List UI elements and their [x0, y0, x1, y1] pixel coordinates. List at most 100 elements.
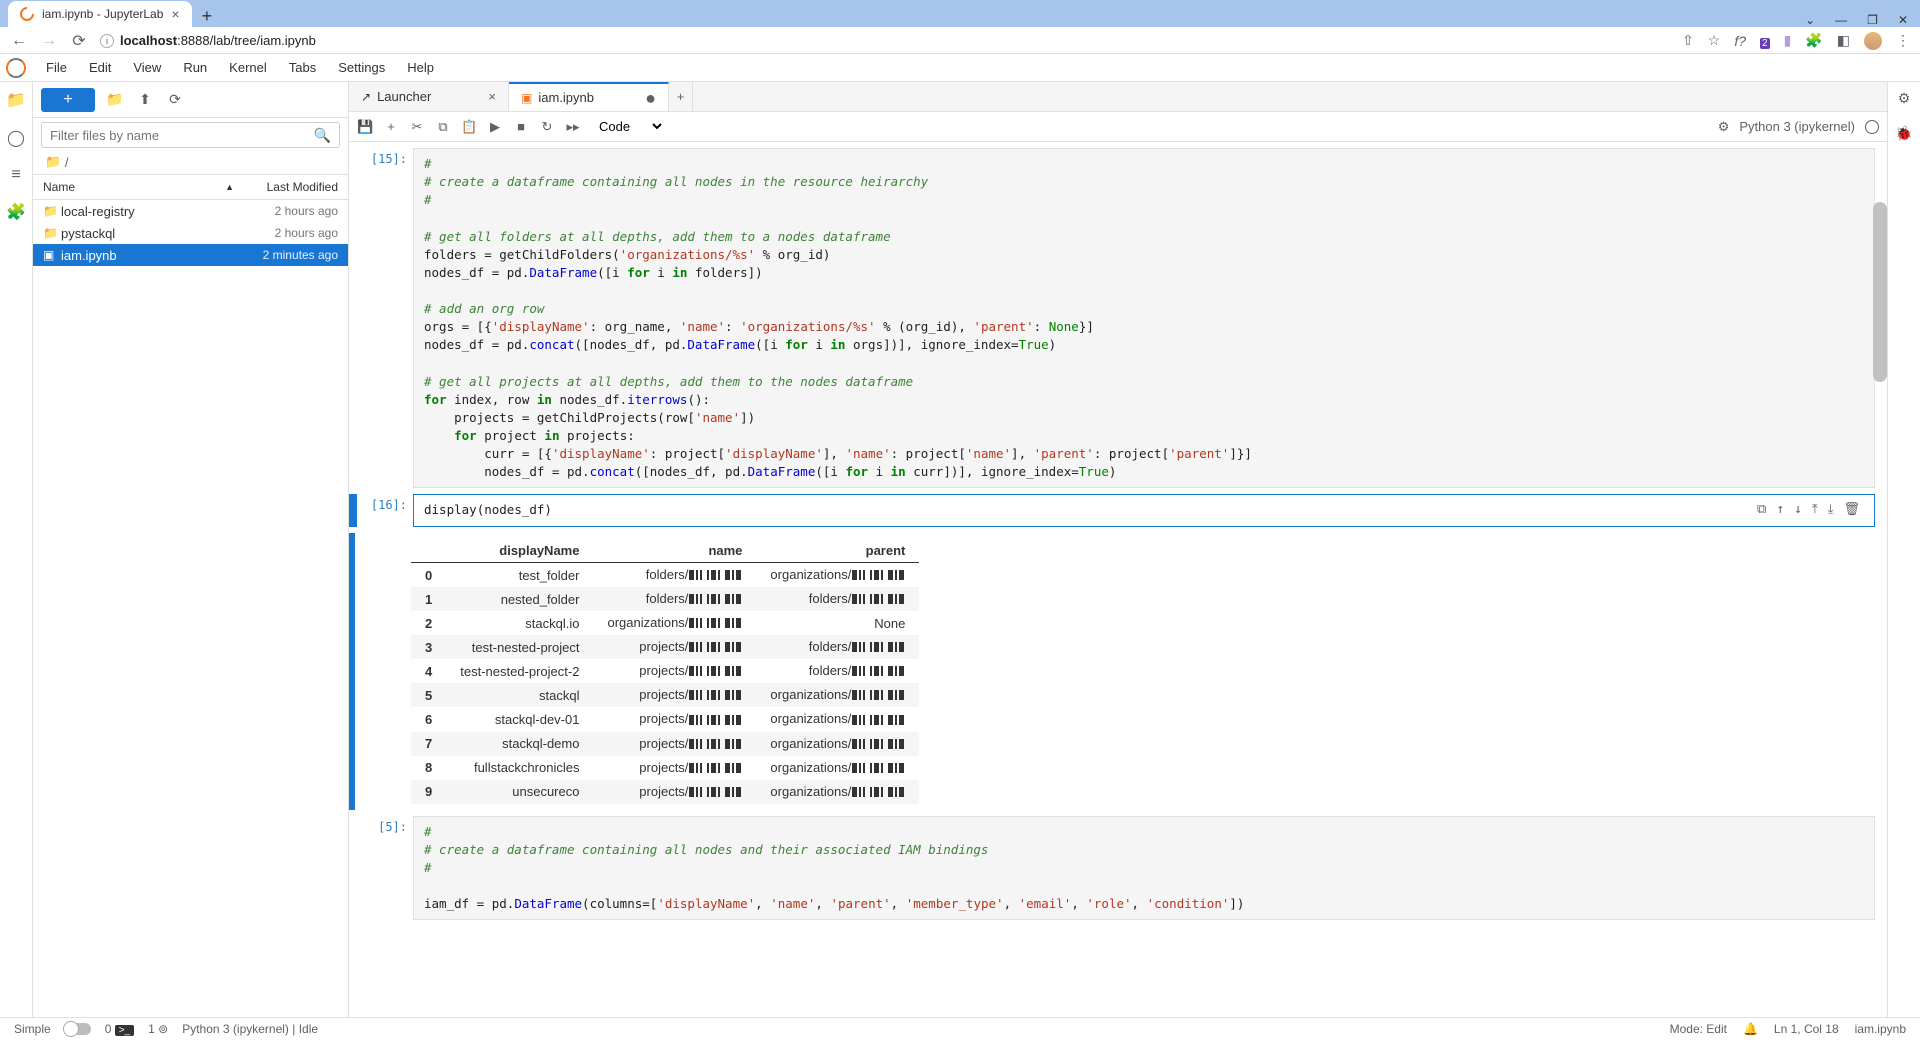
close-window-icon[interactable]: ✕: [1898, 13, 1908, 27]
insert-above-icon[interactable]: ⤒: [1812, 501, 1818, 520]
extensions-icon[interactable]: 🧩: [6, 202, 26, 222]
code-input[interactable]: display(nodes_df) ⧉ ↑ ↓ ⤒ ⤓ 🗑: [413, 494, 1875, 527]
redacted-id: [688, 592, 742, 607]
df-name: projects/: [593, 659, 756, 683]
code-input[interactable]: # # create a dataframe containing all no…: [413, 816, 1875, 921]
code-input[interactable]: # # create a dataframe containing all no…: [413, 148, 1875, 488]
forward-button[interactable]: →: [40, 32, 58, 50]
running-icon[interactable]: ◯: [7, 128, 25, 148]
side-panel-icon[interactable]: ◧: [1837, 32, 1850, 49]
site-info-icon[interactable]: i: [100, 34, 114, 48]
folder-icon[interactable]: 📁: [6, 90, 26, 110]
reload-button[interactable]: ⟳: [70, 31, 88, 51]
file-modified: 2 hours ago: [275, 226, 338, 240]
profile-avatar-icon[interactable]: [1864, 32, 1882, 50]
kernel-switch-icon[interactable]: ⚙: [1718, 119, 1730, 135]
run-all-icon[interactable]: ▸▸: [565, 119, 581, 135]
maximize-icon[interactable]: ❐: [1867, 13, 1878, 27]
kernel-status[interactable]: Python 3 (ipykernel) | Idle: [182, 1022, 318, 1036]
sort-icon[interactable]: ▲: [225, 182, 234, 192]
new-launcher-button[interactable]: +: [41, 88, 95, 112]
file-filter-input[interactable]: [50, 128, 314, 143]
duplicate-icon[interactable]: ⧉: [1757, 501, 1766, 520]
menu-edit[interactable]: Edit: [79, 56, 121, 79]
search-icon: 🔍: [314, 127, 331, 144]
notebook-content[interactable]: [15]: # # create a dataframe containing …: [349, 142, 1887, 1017]
file-filter-box[interactable]: 🔍: [41, 122, 340, 148]
star-icon[interactable]: ☆: [1708, 32, 1721, 49]
right-sidebar: ⚙ 🐞: [1887, 82, 1920, 1017]
f-button[interactable]: f?: [1734, 33, 1746, 49]
cut-icon[interactable]: ✂: [409, 119, 425, 135]
new-folder-icon[interactable]: 📁: [105, 91, 125, 108]
df-name: folders/: [593, 587, 756, 611]
paste-icon[interactable]: 📋: [461, 119, 477, 135]
code-cell-5[interactable]: [5]: # # create a dataframe containing a…: [349, 816, 1875, 921]
insert-below-icon[interactable]: ⤓: [1828, 501, 1834, 520]
col-name-header[interactable]: Name: [43, 180, 225, 194]
df-row: 0test_folderfolders/organizations/: [411, 563, 919, 588]
breadcrumb[interactable]: 📁 /: [33, 150, 348, 174]
notification-icon[interactable]: 🔔: [1743, 1022, 1758, 1036]
save-icon[interactable]: 💾: [357, 119, 373, 135]
redacted-id: [688, 785, 742, 800]
kernels-count[interactable]: 1 ⊚: [148, 1022, 168, 1036]
df-parent: folders/: [756, 659, 919, 683]
stop-icon[interactable]: ■: [513, 119, 529, 134]
menu-help[interactable]: Help: [397, 56, 444, 79]
chevron-down-icon[interactable]: ⌄: [1805, 13, 1815, 27]
move-up-icon[interactable]: ↑: [1776, 501, 1784, 520]
kernel-name[interactable]: Python 3 (ipykernel): [1739, 119, 1855, 134]
terminals-count[interactable]: 0 >_: [105, 1022, 134, 1036]
extension-icon-2[interactable]: ▮: [1784, 32, 1792, 49]
code-cell-15[interactable]: [15]: # # create a dataframe containing …: [349, 148, 1875, 488]
menu-kernel[interactable]: Kernel: [219, 56, 277, 79]
df-parent: folders/: [756, 587, 919, 611]
menu-tabs[interactable]: Tabs: [279, 56, 326, 79]
upload-icon[interactable]: ⬆: [135, 91, 155, 108]
document-tab-strip: ↗ Launcher × ▣ iam.ipynb ● +: [349, 82, 1887, 112]
debugger-icon[interactable]: 🐞: [1895, 125, 1912, 142]
df-index: 2: [411, 611, 446, 635]
back-button[interactable]: ←: [10, 32, 28, 50]
copy-icon[interactable]: ⧉: [435, 119, 451, 135]
run-icon[interactable]: ▶: [487, 119, 503, 135]
add-cell-icon[interactable]: +: [383, 119, 399, 134]
move-down-icon[interactable]: ↓: [1794, 501, 1802, 520]
scrollbar-thumb[interactable]: [1873, 202, 1887, 382]
file-row[interactable]: 📁local-registry2 hours ago: [33, 200, 348, 222]
restart-icon[interactable]: ↻: [539, 119, 555, 135]
extension-icon-1[interactable]: 2: [1760, 33, 1770, 49]
add-tab-button[interactable]: +: [669, 82, 693, 111]
kernel-status-icon[interactable]: [1865, 120, 1879, 134]
file-browser-toolbar: + 📁 ⬆ ⟳: [33, 82, 348, 118]
menu-file[interactable]: File: [36, 56, 77, 79]
simple-mode-toggle[interactable]: [65, 1023, 91, 1035]
delete-icon[interactable]: 🗑: [1843, 501, 1860, 520]
browser-tab-active[interactable]: iam.ipynb - JupyterLab ×: [8, 1, 192, 27]
new-tab-button[interactable]: +: [192, 6, 223, 27]
df-row: 1nested_folderfolders/folders/: [411, 587, 919, 611]
tab-launcher[interactable]: ↗ Launcher ×: [349, 82, 509, 111]
url-input[interactable]: i localhost:8888/lab/tree/iam.ipynb: [100, 33, 316, 48]
file-row[interactable]: 📁pystackql2 hours ago: [33, 222, 348, 244]
df-index: 0: [411, 563, 446, 588]
menu-run[interactable]: Run: [173, 56, 217, 79]
extensions-icon[interactable]: 🧩: [1805, 32, 1822, 49]
close-icon[interactable]: ×: [488, 89, 496, 104]
code-cell-16[interactable]: [16]: display(nodes_df) ⧉ ↑ ↓ ⤒ ⤓ 🗑: [349, 494, 1875, 527]
refresh-icon[interactable]: ⟳: [165, 91, 185, 108]
minimize-icon[interactable]: —: [1835, 13, 1847, 27]
menu-settings[interactable]: Settings: [328, 56, 395, 79]
cell-type-select[interactable]: Code: [591, 116, 665, 137]
kebab-menu-icon[interactable]: ⋮: [1896, 32, 1910, 49]
property-inspector-icon[interactable]: ⚙: [1898, 90, 1911, 107]
tab-notebook[interactable]: ▣ iam.ipynb ●: [509, 82, 669, 111]
menu-view[interactable]: View: [123, 56, 171, 79]
col-modified-header[interactable]: Last Modified: [238, 180, 338, 194]
file-row[interactable]: ▣iam.ipynb2 minutes ago: [33, 244, 348, 266]
df-parent: folders/: [756, 635, 919, 659]
toc-icon[interactable]: ≡: [11, 166, 20, 184]
close-icon[interactable]: ×: [171, 6, 179, 22]
share-icon[interactable]: ⇧: [1682, 32, 1694, 49]
